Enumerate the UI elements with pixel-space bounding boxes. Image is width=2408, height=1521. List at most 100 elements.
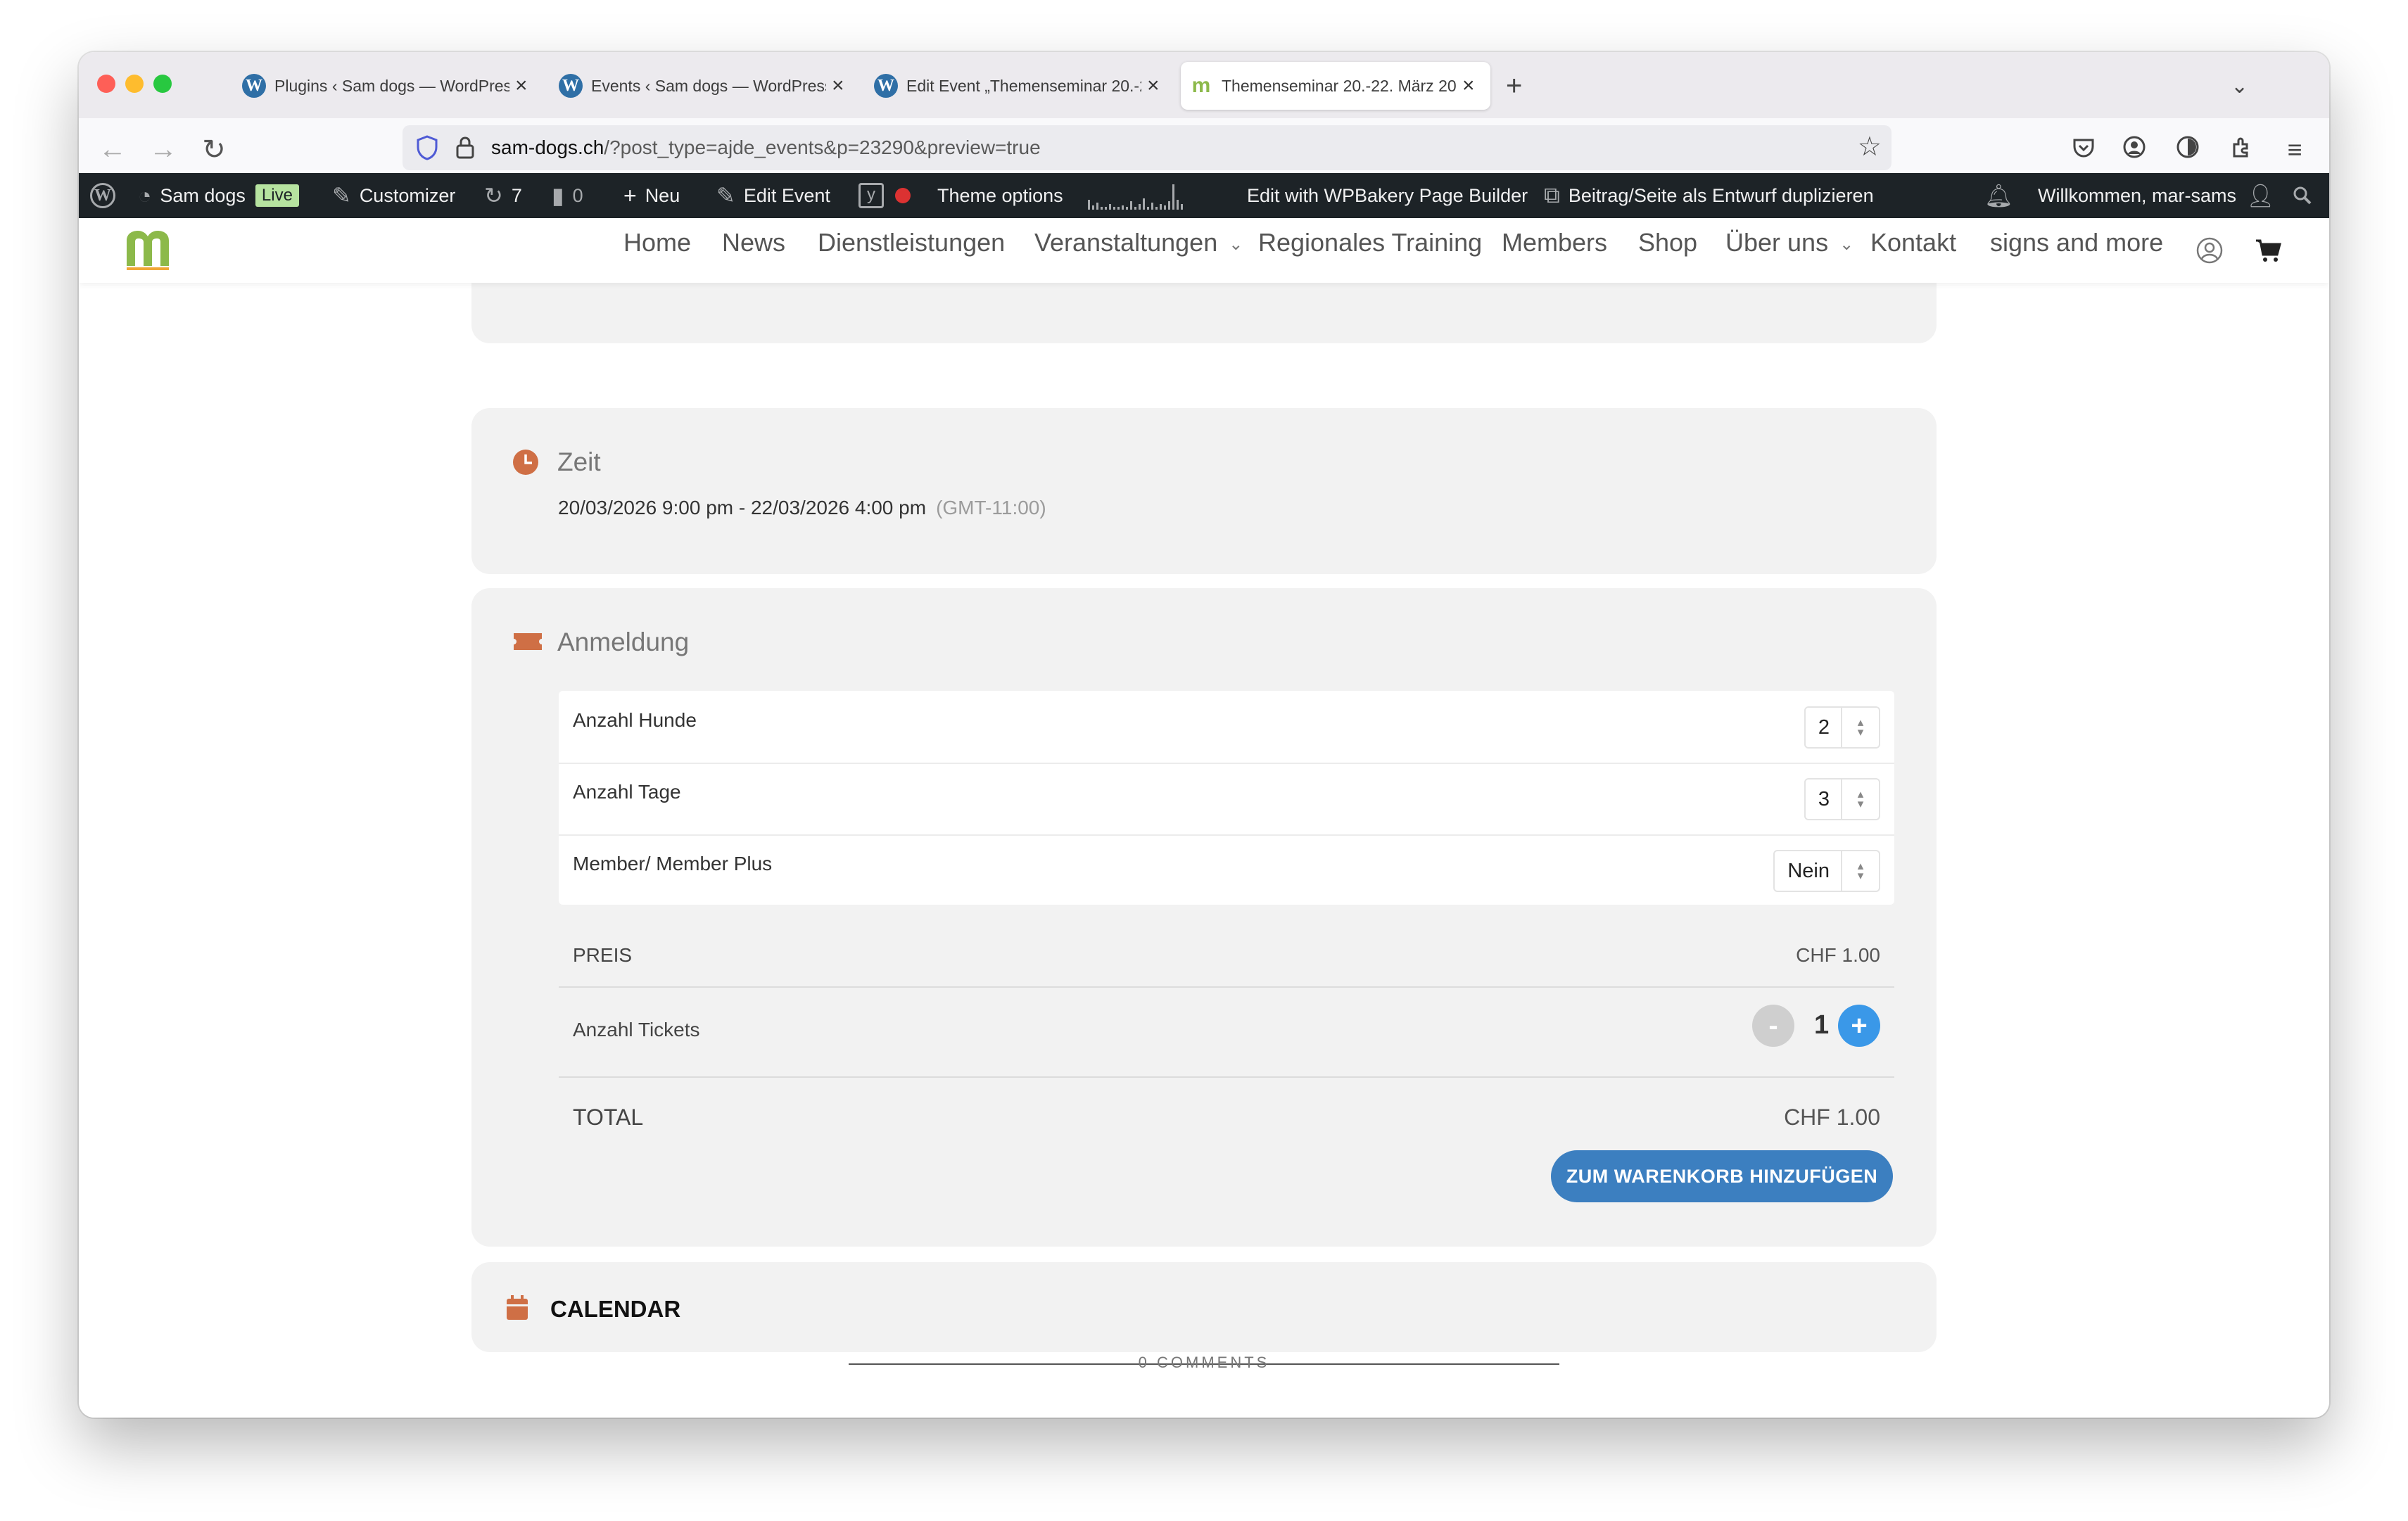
increase-quantity-button[interactable]: + (1838, 1005, 1880, 1047)
wpbakery-link[interactable]: Edit with WPBakery Page Builder (1247, 173, 1528, 218)
tab-events[interactable]: W Events ‹ Sam dogs — WordPress × (559, 62, 853, 110)
calendar-title: CALENDAR (550, 1296, 681, 1322)
shopping-cart-icon[interactable] (2255, 238, 2283, 263)
close-icon[interactable]: × (1462, 74, 1475, 98)
back-icon[interactable]: ← (91, 134, 134, 165)
anzahl-tage-select[interactable]: 3 ▴ ▾ (1804, 778, 1880, 820)
tickets-label: Anzahl Tickets (573, 1019, 700, 1040)
nav-shop[interactable]: Shop (1638, 228, 1697, 257)
plus-icon: + (623, 182, 637, 208)
yoast-seo-menu[interactable]: y (858, 173, 911, 218)
close-icon[interactable]: × (515, 74, 528, 98)
tab-label: Edit Event „Themenseminar 20.-22. (906, 76, 1141, 95)
address-bar[interactable]: sam-dogs.ch/?post_type=ajde_events&p=232… (403, 125, 1891, 170)
nav-ueber-uns[interactable]: Über uns ⌄ (1725, 228, 1853, 257)
nav-members[interactable]: Members (1502, 228, 1607, 257)
url-text: sam-dogs.ch/?post_type=ajde_events&p=232… (491, 136, 1041, 159)
site-name-label: Sam dogs (160, 184, 246, 206)
price-label: PREIS (573, 944, 633, 966)
user-account-icon[interactable] (2195, 236, 2224, 265)
site-logo[interactable] (122, 225, 173, 272)
decrease-quantity-button[interactable]: - (1752, 1005, 1794, 1047)
time-title: Zeit (557, 447, 601, 476)
edit-event-label: Edit Event (743, 184, 830, 206)
notifications-bell-icon[interactable]: 🔔︎ (1984, 173, 2022, 218)
close-icon[interactable]: × (1147, 74, 1160, 98)
customizer-link[interactable]: ✎ Customizer (332, 173, 455, 218)
form-label: Member/ Member Plus (573, 853, 773, 874)
live-badge: Live (255, 184, 299, 207)
site-header: Home News Dienstleistungen Veranstaltung… (79, 218, 2329, 283)
ticket-quantity: 1 (1814, 1010, 1830, 1040)
stats-sparkline[interactable] (1088, 173, 1183, 218)
seo-status-dot-icon (895, 188, 911, 203)
nav-news[interactable]: News (722, 228, 785, 257)
price-row: PREIS CHF 1.00 (559, 924, 1894, 988)
puzzle-extensions-icon[interactable] (2224, 135, 2259, 165)
chevron-down-icon: ⌄ (1839, 234, 1854, 254)
form-label: Anzahl Hunde (573, 709, 697, 731)
tab-list-chevron-icon[interactable]: ⌄ (2231, 62, 2248, 110)
dashboard-icon: ◔ (138, 182, 152, 208)
close-icon[interactable]: × (832, 74, 844, 98)
duplicate-icon: ⧉ (1544, 182, 1560, 208)
tab-plugins[interactable]: W Plugins ‹ Sam dogs — WordPress × (242, 62, 536, 110)
clock-icon (513, 450, 538, 475)
form-row: Anzahl Hunde 2 ▴ ▾ (559, 691, 1894, 764)
duplicate-label: Beitrag/Seite als Entwurf duplizieren (1568, 184, 1874, 206)
url-host: sam-dogs.ch (491, 136, 604, 158)
nav-veranstaltungen[interactable]: Veranstaltungen ⌄ (1034, 228, 1243, 257)
form-row: Anzahl Tage 3 ▴ ▾ (559, 763, 1894, 836)
minimize-window-button[interactable] (125, 75, 144, 93)
comments-count-label: 0 COMMENTS (1138, 1354, 1270, 1371)
anzahl-hunde-select[interactable]: 2 ▴ ▾ (1804, 706, 1880, 749)
timezone: (GMT-11:00) (936, 497, 1046, 518)
close-window-button[interactable] (97, 75, 115, 93)
admin-search-icon[interactable] (2293, 173, 2312, 218)
comments-link[interactable]: ▮ 0 (552, 173, 583, 218)
site-name-menu[interactable]: ◔ Sam dogs Live (138, 173, 299, 218)
duplicate-link[interactable]: ⧉ Beitrag/Seite als Entwurf duplizieren (1544, 173, 1874, 218)
stats-sparkline-icon (1088, 182, 1183, 210)
theme-options-label: Theme options (937, 184, 1063, 206)
nav-regionales-training[interactable]: Regionales Training (1258, 228, 1482, 257)
chevron-down-icon: ⌄ (1229, 234, 1243, 254)
updates-icon: ↻ (484, 183, 503, 208)
menu-hamburger-icon[interactable]: ≡ (2277, 135, 2312, 165)
tab-themenseminar[interactable]: m Themenseminar 20.-22. März 2026 × (1181, 62, 1490, 110)
member-select[interactable]: Nein ▴ ▾ (1773, 850, 1880, 892)
tab-edit-event[interactable]: W Edit Event „Themenseminar 20.-22. × (874, 62, 1168, 110)
new-tab-button[interactable]: + (1506, 62, 1522, 110)
nav-veranstaltungen-label: Veranstaltungen (1034, 228, 1218, 257)
updates-link[interactable]: ↻ 7 (484, 173, 522, 218)
nav-kontakt[interactable]: Kontakt (1870, 228, 1956, 257)
extension-icon[interactable] (2170, 135, 2205, 165)
reload-icon[interactable]: ↻ (193, 134, 235, 166)
registration-card: Anmeldung Anzahl Hunde 2 ▴ ▾ Anzahl Tage … (471, 588, 1937, 1247)
select-value: 3 (1818, 787, 1830, 810)
select-value: 2 (1818, 715, 1830, 739)
page-content: Zeit 20/03/2026 9:00 pm - 22/03/2026 4:0… (79, 283, 2329, 1418)
bookmark-star-icon[interactable]: ☆ (1858, 131, 1882, 163)
nav-dienstleistungen[interactable]: Dienstleistungen (818, 228, 1005, 257)
comment-icon: ▮ (552, 183, 564, 208)
nav-home[interactable]: Home (623, 228, 691, 257)
theme-options-link[interactable]: Theme options (937, 173, 1063, 218)
edit-event-link[interactable]: ✎ Edit Event (716, 173, 830, 218)
wordpress-logo-icon[interactable]: W (90, 173, 124, 218)
wordpress-icon: W (90, 183, 115, 208)
new-content-menu[interactable]: + Neu (623, 173, 680, 218)
new-label: Neu (645, 184, 680, 206)
welcome-label: Willkommen, mar-sams (2038, 184, 2237, 206)
pocket-icon[interactable] (2066, 135, 2101, 165)
pencil-icon: ✎ (716, 183, 735, 208)
form-row: Member/ Member Plus Nein ▴ ▾ (559, 834, 1894, 905)
forward-icon[interactable]: → (142, 134, 184, 165)
add-to-cart-button[interactable]: ZUM WARENKORB HINZUFÜGEN (1551, 1150, 1893, 1202)
my-account-menu[interactable]: Willkommen, mar-sams 👤︎ (2038, 173, 2275, 218)
account-icon[interactable] (2117, 135, 2152, 165)
browser-window: W Plugins ‹ Sam dogs — WordPress × W Eve… (79, 52, 2329, 1418)
nav-signs-and-more[interactable]: signs and more (1990, 228, 2163, 257)
zoom-window-button[interactable] (153, 75, 172, 93)
tickets-row: Anzahl Tickets - 1 + (559, 986, 1894, 1078)
